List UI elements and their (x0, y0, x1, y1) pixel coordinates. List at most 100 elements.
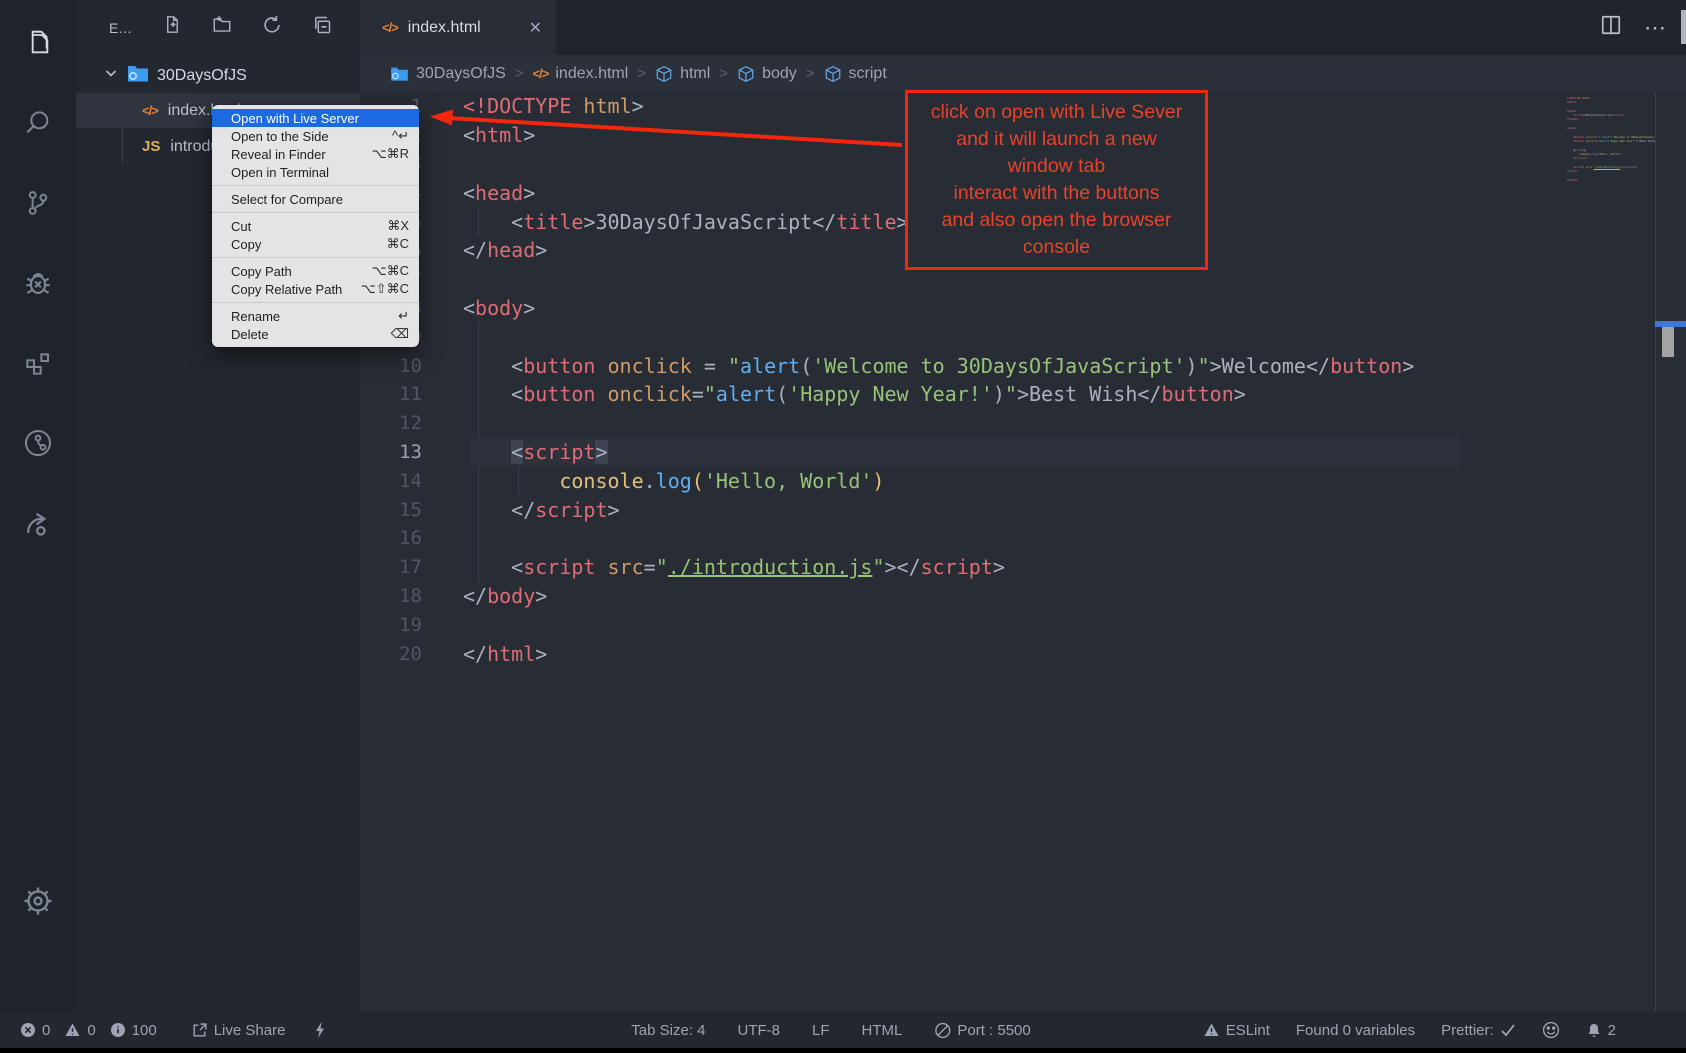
breadcrumb: 30DaysOfJS > </> index.html > html > bod… (360, 55, 1686, 92)
menu-item-open-in-terminal[interactable]: Open in Terminal (212, 163, 419, 181)
more-actions-icon[interactable]: ⋯ (1644, 23, 1668, 33)
tab-bar: </> index.html ✕ ⋯ (360, 0, 1686, 55)
notifications-status[interactable]: 2 (1586, 1022, 1616, 1039)
code-line[interactable]: 16 (360, 524, 1686, 553)
run-debug-icon[interactable] (0, 254, 76, 312)
eol-status[interactable]: LF (812, 1022, 830, 1039)
breadcrumb-separator: > (719, 65, 728, 82)
line-number: 15 (360, 499, 422, 521)
menu-item-copy-relative-path[interactable]: Copy Relative Path⌥⇧⌘C (212, 280, 419, 298)
tab-index-html[interactable]: </> index.html ✕ (360, 0, 556, 55)
code-line[interactable]: 12 (360, 409, 1686, 438)
breadcrumb-separator: > (515, 65, 524, 82)
code-line[interactable]: 14 console.log('Hello, World') (360, 466, 1686, 495)
js-file-icon: JS (142, 138, 160, 155)
code-line[interactable]: 10 <button onclick = "alert('Welcome to … (360, 351, 1686, 380)
chevron-down-icon (103, 65, 119, 86)
line-number: 20 (360, 643, 422, 665)
new-folder-icon[interactable] (212, 15, 232, 40)
circle-slash-icon (934, 1022, 951, 1039)
encoding-status[interactable]: UTF-8 (738, 1022, 781, 1039)
tree-root-30daysofjs[interactable]: 30DaysOfJS (76, 58, 360, 93)
prettier-status[interactable]: Prettier: (1441, 1022, 1516, 1039)
code-line[interactable]: 13 <script> (360, 438, 1686, 467)
minimap[interactable]: 1<!DOCTYPE html>2<html>34<head>5 <title>… (1567, 97, 1655, 207)
port-status[interactable]: Port : 5500 (934, 1022, 1030, 1039)
menu-item-rename[interactable]: Rename↵ (212, 307, 419, 325)
menu-item-reveal-in-finder[interactable]: Reveal in Finder⌥⌘R (212, 145, 419, 163)
live-share-icon[interactable] (0, 494, 76, 552)
split-editor-icon[interactable] (1600, 14, 1622, 41)
search-icon[interactable] (0, 94, 76, 152)
menu-item-select-for-compare[interactable]: Select for Compare (212, 190, 419, 208)
code-line[interactable]: 20</html> (360, 639, 1686, 668)
menu-item-open-with-live-server[interactable]: Open with Live Server (212, 109, 419, 127)
tab-size-status[interactable]: Tab Size: 4 (631, 1022, 705, 1039)
explorer-header: E... (76, 0, 360, 55)
menu-shortcut: ⌥⌘R (372, 146, 409, 162)
code-line[interactable]: 15 </script> (360, 495, 1686, 524)
new-file-icon[interactable] (163, 15, 182, 40)
breadcrumb-item-folder[interactable]: 30DaysOfJS (390, 65, 506, 83)
scrollbar-thumb[interactable] (1662, 327, 1674, 357)
smiley-icon (1542, 1021, 1560, 1039)
code-line[interactable]: 8<body> (360, 294, 1686, 323)
menu-item-copy-path[interactable]: Copy Path⌥⌘C (212, 262, 419, 280)
code-line[interactable]: 17 <script src="./introduction.js"></scr… (360, 553, 1686, 582)
code-line[interactable]: 9 (360, 322, 1686, 351)
menu-item-cut[interactable]: Cut⌘X (212, 217, 419, 235)
warning-icon (64, 1022, 81, 1038)
line-number: 18 (360, 585, 422, 607)
code-line[interactable]: 20</html> (1567, 179, 1655, 183)
breadcrumb-item-body[interactable]: body (737, 65, 797, 83)
refresh-icon[interactable] (262, 15, 282, 40)
menu-shortcut: ⌥⇧⌘C (361, 281, 409, 297)
menu-shortcut: ⌫ (391, 326, 409, 342)
menu-item-open-to-the-side[interactable]: Open to the Side^↵ (212, 127, 419, 145)
minimap-separator (1655, 92, 1656, 1012)
breadcrumb-item-html[interactable]: html (655, 65, 710, 83)
code-line[interactable]: 11 <button onclick="alert('Happy New Yea… (360, 380, 1686, 409)
annotation-line: console (912, 234, 1201, 261)
breadcrumb-item-file[interactable]: </> index.html (533, 65, 629, 83)
activity-bar (0, 0, 76, 1012)
code-line[interactable]: 18</body> (360, 582, 1686, 611)
collapse-all-icon[interactable] (312, 15, 332, 40)
line-number: 14 (360, 470, 422, 492)
line-number: 17 (360, 556, 422, 578)
lightning-bolt-icon (313, 1021, 327, 1039)
bolt-status[interactable] (313, 1021, 327, 1039)
settings-gear-icon[interactable] (0, 872, 76, 930)
live-share-status-icon (191, 1022, 208, 1039)
html-file-icon: </> (382, 20, 398, 35)
bottom-edge (0, 1048, 1686, 1053)
eslint-warning-icon (1203, 1022, 1220, 1038)
breadcrumb-separator: > (637, 65, 646, 82)
menu-shortcut: ^↵ (392, 128, 409, 144)
language-status[interactable]: HTML (862, 1022, 903, 1039)
tab-close-icon[interactable]: ✕ (529, 18, 542, 38)
menu-item-delete[interactable]: Delete⌫ (212, 325, 419, 343)
line-number: 10 (360, 355, 422, 377)
breadcrumb-item-script[interactable]: script (824, 65, 887, 83)
annotation-line: and also open the browser (912, 207, 1201, 234)
menu-item-copy[interactable]: Copy⌘C (212, 235, 419, 253)
gitlens-icon[interactable] (0, 414, 76, 472)
tab-label: index.html (408, 19, 481, 37)
extensions-icon[interactable] (0, 334, 76, 392)
code-line[interactable]: 19 (360, 610, 1686, 639)
explorer-icon[interactable] (0, 14, 76, 72)
menu-shortcut: ⌘X (387, 218, 409, 234)
menu-separator (212, 257, 419, 258)
breadcrumb-separator: > (806, 65, 815, 82)
live-share-status[interactable]: Live Share (191, 1022, 286, 1039)
annotation-line: interact with the buttons (912, 180, 1201, 207)
line-number: 19 (360, 614, 422, 636)
variables-status[interactable]: Found 0 variables (1296, 1022, 1415, 1039)
annotation-line: window tab (912, 153, 1201, 180)
feedback-status[interactable] (1542, 1021, 1560, 1039)
html-file-icon: </> (533, 66, 549, 81)
eslint-status[interactable]: ESLint (1203, 1022, 1270, 1039)
source-control-icon[interactable] (0, 174, 76, 232)
problems-status[interactable]: 0 0 100 (20, 1022, 157, 1039)
